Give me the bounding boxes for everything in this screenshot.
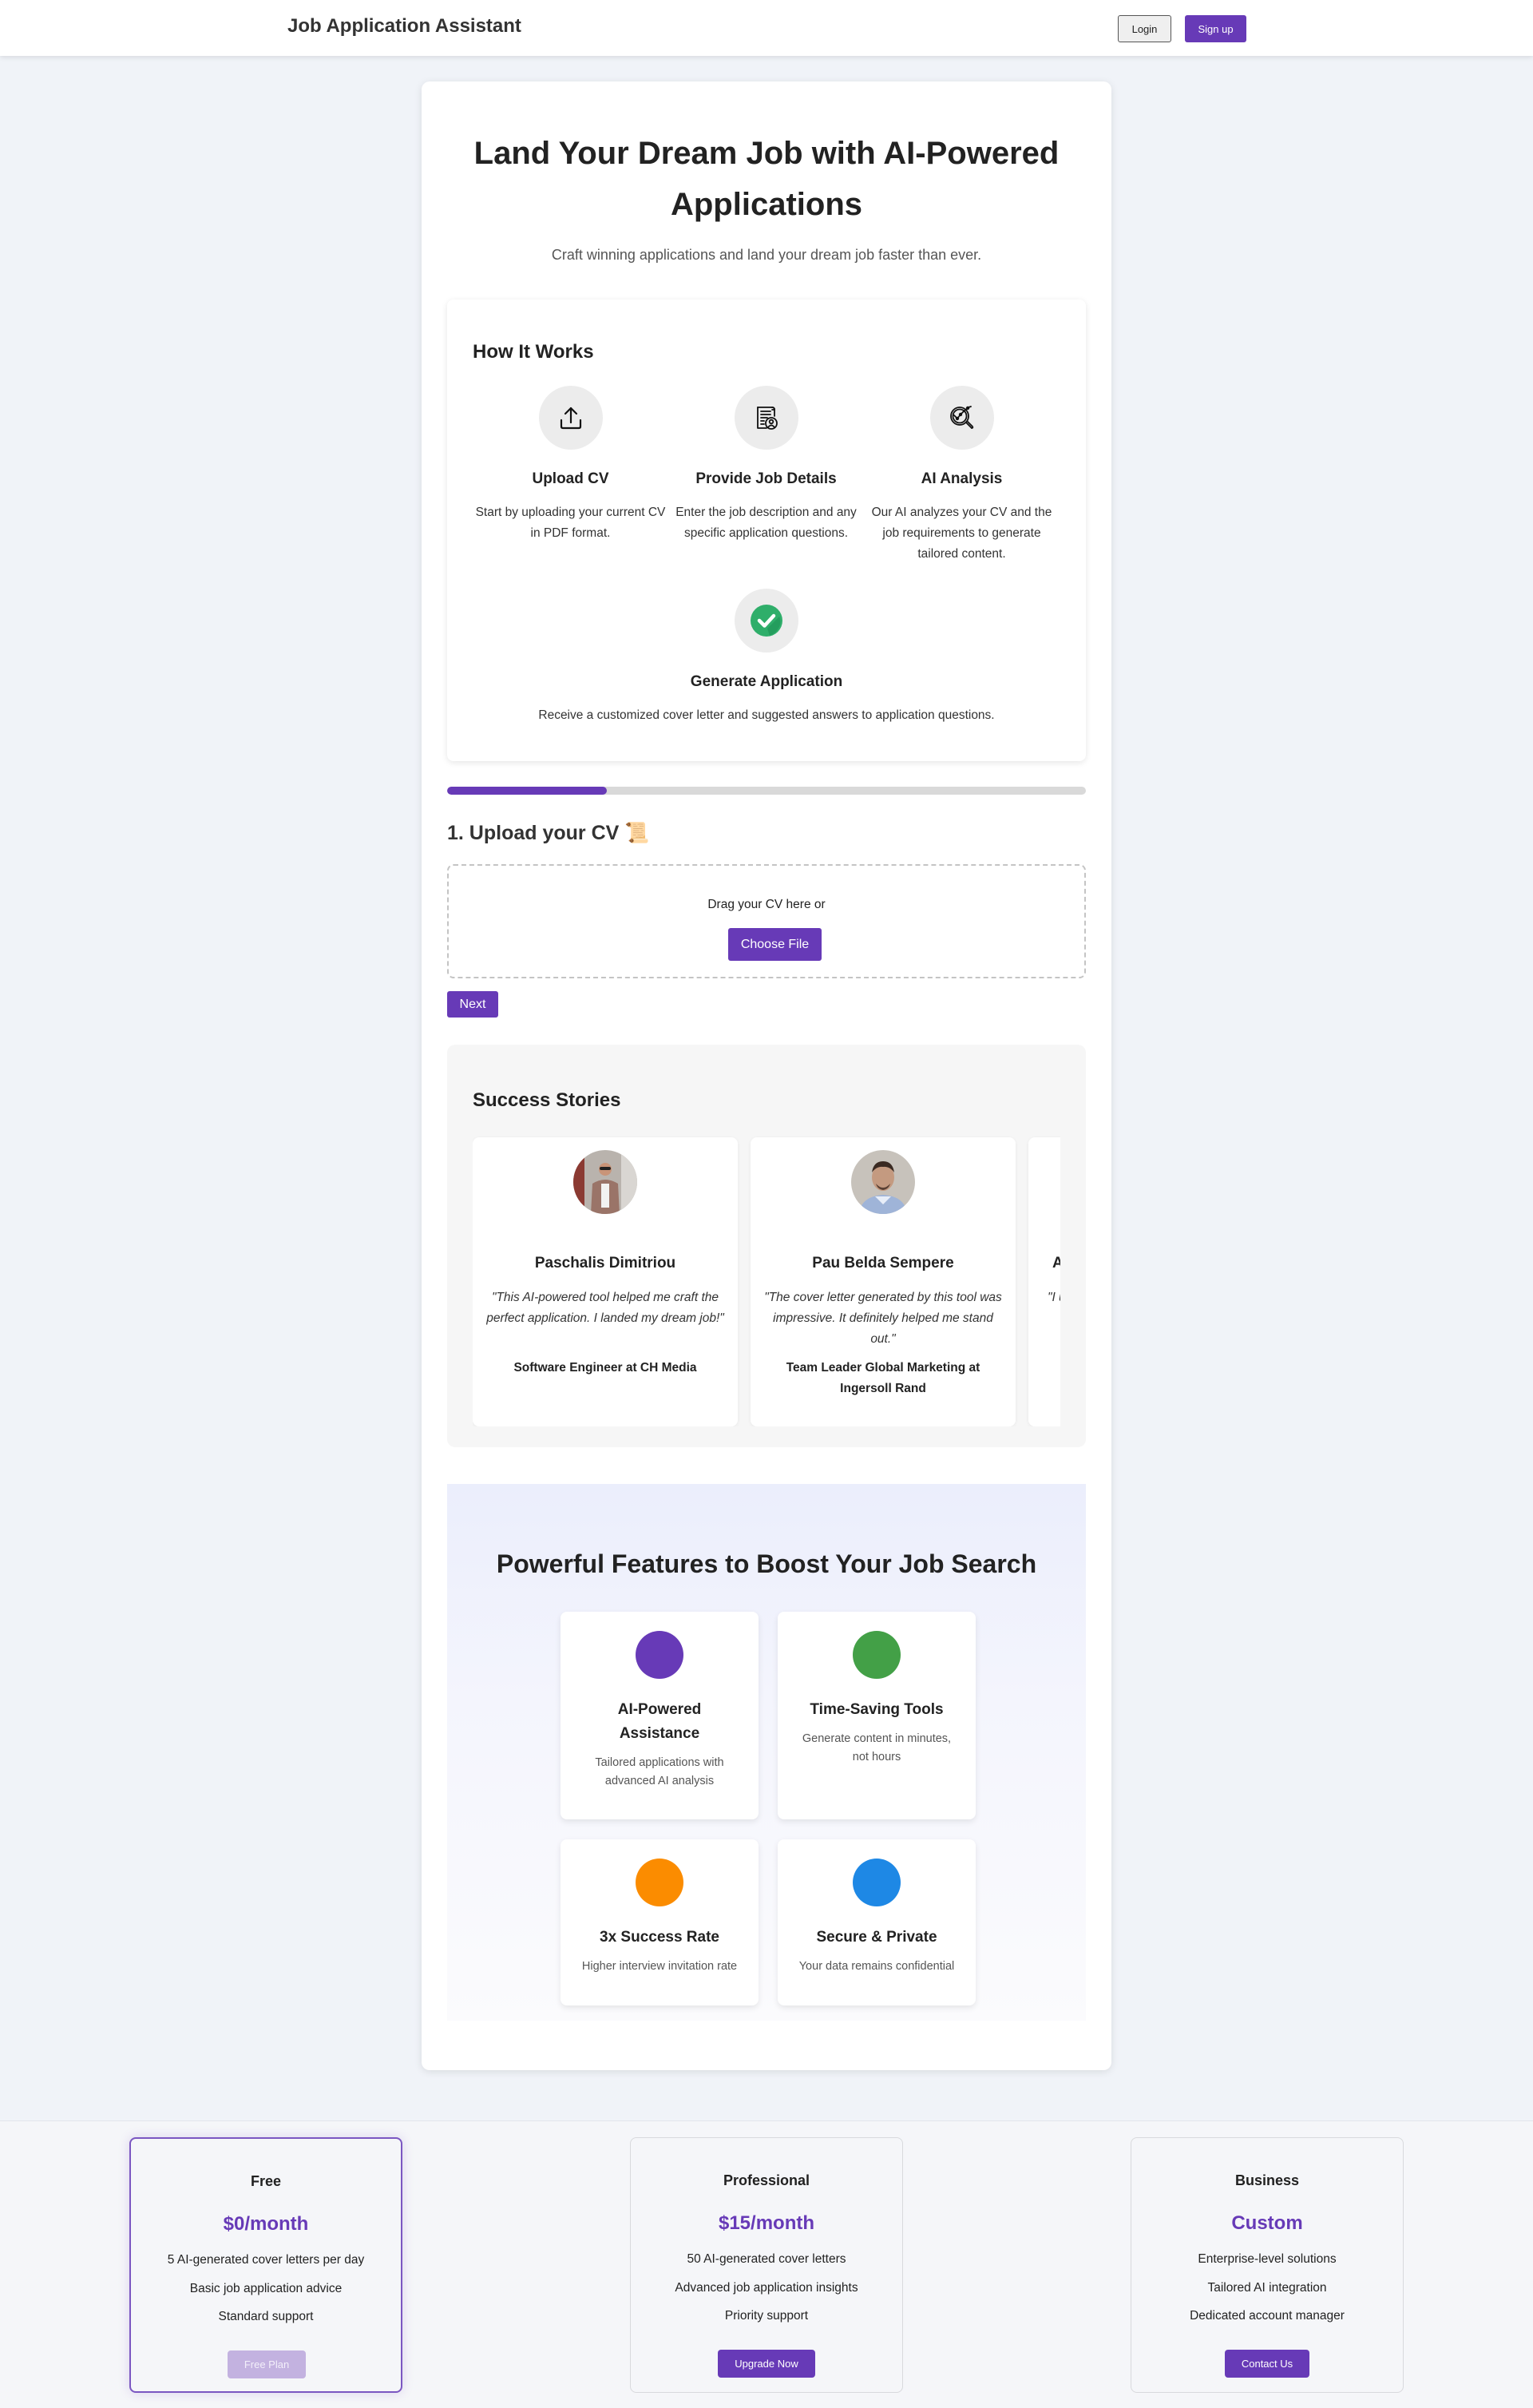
progress-fill — [447, 787, 607, 795]
step-title: AI Analysis — [921, 470, 1003, 487]
how-it-works-card: How It Works Upload CV Start by uploadin… — [447, 300, 1086, 761]
scroll-icon: 📜 — [624, 822, 650, 844]
feature-title: Secure & Private — [816, 1929, 937, 1946]
story-quote: "This AI-powered tool helped me craft th… — [486, 1291, 724, 1325]
plan-feature-list: 5 AI-generated cover letters per day Bas… — [131, 2252, 401, 2338]
plan-card-business: Business Custom Enterprise-level solutio… — [1131, 2137, 1404, 2393]
story-name: A — [1052, 1255, 1060, 1271]
success-stories-section: Success Stories Paschalis Dimitriou "Thi… — [447, 1045, 1086, 1447]
choose-file-button[interactable]: Choose File — [728, 928, 822, 961]
signup-button[interactable]: Sign up — [1185, 15, 1246, 42]
plan-feature-list: Enterprise-level solutions Tailored AI i… — [1131, 2251, 1403, 2337]
step-description: Receive a customized cover letter and su… — [538, 708, 995, 722]
stories-carousel[interactable]: Paschalis Dimitriou "This AI-powered too… — [473, 1133, 1060, 1426]
step-ai-analysis: AI Analysis Our AI analyzes your CV and … — [864, 386, 1060, 565]
feature-title: Time-Saving Tools — [810, 1701, 944, 1718]
step-generate-application: Generate Application Receive a customize… — [487, 589, 1046, 726]
step-description: Start by uploading your current CV in PD… — [475, 506, 666, 540]
feature-description: Generate content in minutes, not hours — [802, 1732, 952, 1763]
main-card: Land Your Dream Job with AI-Powered Appl… — [422, 81, 1111, 2070]
job-document-icon — [734, 386, 798, 450]
upgrade-now-button[interactable]: Upgrade Now — [718, 2350, 815, 2378]
feature-card-secure-private: Secure & Private Your data remains confi… — [778, 1839, 976, 2005]
cv-dropzone[interactable]: Drag your CV here or Choose File — [447, 864, 1086, 978]
step-title: Generate Application — [690, 673, 843, 690]
features-title: Powerful Features to Boost Your Job Sear… — [496, 1549, 1037, 1578]
next-button[interactable]: Next — [447, 991, 498, 1018]
feature-description: Tailored applications with advanced AI a… — [595, 1756, 724, 1787]
plan-price: $15/month — [718, 2212, 815, 2234]
wizard-progress-bar — [447, 787, 1086, 795]
plan-feature: Standard support — [218, 2310, 314, 2323]
plan-name: Professional — [723, 2172, 810, 2188]
feature-description: Your data remains confidential — [798, 1960, 955, 1973]
plan-feature: Dedicated account manager — [1190, 2309, 1345, 2323]
contact-us-button[interactable]: Contact Us — [1225, 2350, 1309, 2378]
step-description: Our AI analyzes your CV and the job requ… — [871, 506, 1052, 561]
upload-step-title-text: 1. Upload your CV — [447, 822, 620, 844]
feature-dot-icon — [636, 1859, 683, 1906]
story-name: Pau Belda Sempere — [812, 1255, 954, 1271]
step-provide-job-details: Provide Job Details Enter the job descri… — [668, 386, 864, 544]
upload-step-title: 1. Upload your CV 📜 — [447, 822, 649, 845]
pricing-section: Free $0/month 5 AI-generated cover lette… — [0, 2120, 1533, 2408]
plan-feature: Advanced job application insights — [675, 2280, 858, 2295]
feature-card-ai-assistance: AI-Powered Assistance Tailored applicati… — [561, 1612, 759, 1819]
feature-title: 3x Success Rate — [600, 1929, 719, 1946]
story-quote: "The cover letter generated by this tool… — [764, 1291, 1002, 1346]
plan-feature: Priority support — [724, 2309, 809, 2323]
plan-feature: Basic job application advice — [189, 2281, 343, 2295]
top-navbar: Job Application Assistant Login Sign up — [0, 0, 1533, 56]
plan-price: $0/month — [223, 2213, 309, 2235]
check-circle-icon — [735, 589, 798, 653]
feature-card-time-saving: Time-Saving Tools Generate content in mi… — [778, 1612, 976, 1819]
features-section: Powerful Features to Boost Your Job Sear… — [447, 1484, 1086, 2021]
avatar — [851, 1150, 915, 1214]
plan-feature: Tailored AI integration — [1207, 2280, 1327, 2295]
avatar — [573, 1150, 637, 1214]
story-card: Paschalis Dimitriou "This AI-powered too… — [473, 1137, 738, 1426]
plan-feature: 50 AI-generated cover letters — [687, 2252, 846, 2266]
story-name: Paschalis Dimitriou — [534, 1255, 676, 1271]
feature-card-success-rate: 3x Success Rate Higher interview invitat… — [561, 1839, 759, 2005]
plan-price: Custom — [1231, 2212, 1303, 2234]
plan-feature-list: 50 AI-generated cover letters Advanced j… — [631, 2251, 902, 2337]
analysis-magnifier-icon — [929, 386, 994, 450]
story-role: Software Engineer at CH Media — [513, 1361, 697, 1375]
hero-title: Land Your Dream Job with AI-Powered Appl… — [473, 136, 1060, 222]
feature-description: Higher interview invitation rate — [581, 1960, 738, 1973]
step-title: Upload CV — [532, 470, 609, 487]
feature-dot-icon — [853, 1859, 901, 1906]
success-stories-title: Success Stories — [473, 1089, 621, 1111]
plan-name: Business — [1234, 2172, 1300, 2188]
plan-card-free: Free $0/month 5 AI-generated cover lette… — [129, 2137, 402, 2393]
feature-dot-icon — [636, 1631, 683, 1679]
story-quote: "I un — [1048, 1291, 1060, 1304]
plan-feature: Enterprise-level solutions — [1198, 2252, 1337, 2266]
story-card: A "I un — [1028, 1137, 1060, 1426]
feature-dot-icon — [853, 1631, 901, 1679]
story-card: Pau Belda Sempere "The cover letter gene… — [751, 1137, 1016, 1426]
app-title: Job Application Assistant — [287, 15, 521, 37]
step-description: Enter the job description and any specif… — [675, 506, 857, 540]
plan-feature: 5 AI-generated cover letters per day — [167, 2253, 365, 2267]
step-title: Provide Job Details — [695, 470, 837, 487]
upload-icon — [538, 386, 603, 450]
login-button[interactable]: Login — [1118, 15, 1171, 42]
plan-card-professional: Professional $15/month 50 AI-generated c… — [630, 2137, 903, 2393]
step-upload-cv: Upload CV Start by uploading your curren… — [473, 386, 668, 544]
how-it-works-title: How It Works — [473, 341, 594, 363]
plan-name: Free — [250, 2173, 282, 2189]
hero-subtitle: Craft winning applications and land your… — [551, 247, 982, 263]
drop-instructions: Drag your CV here or — [707, 898, 826, 911]
feature-title: AI-Powered Assistance — [617, 1701, 702, 1742]
free-plan-button: Free Plan — [228, 2350, 306, 2378]
story-role: Team Leader Global Marketing at Ingersol… — [786, 1361, 980, 1395]
